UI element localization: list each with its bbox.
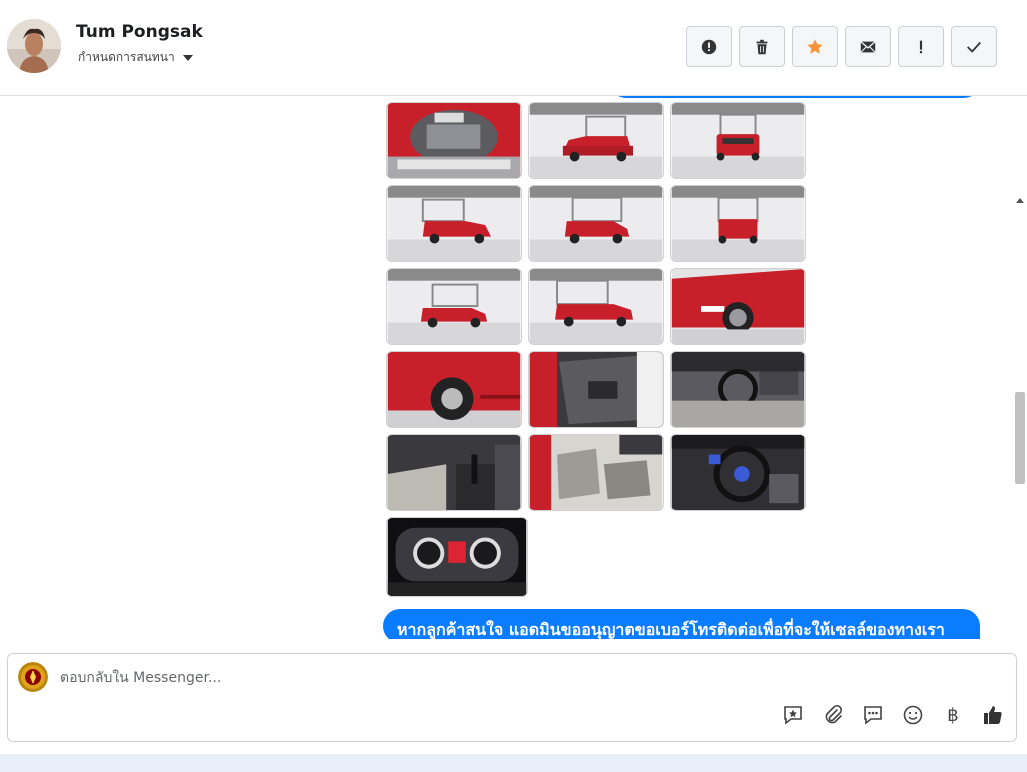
photo-attachment[interactable] <box>386 268 522 345</box>
alert-circle-icon <box>701 39 717 54</box>
contact-name[interactable]: Tum Pongsak <box>76 22 203 42</box>
trash-icon <box>756 39 768 54</box>
baht-icon: ฿ <box>947 704 959 726</box>
photo-attachment[interactable] <box>528 185 664 262</box>
star-bubble-icon <box>784 706 802 725</box>
checkmark-icon <box>967 41 981 53</box>
message-thread[interactable]: หากลูกค้าสนใจ แอดมินขออนุญาตขอเบอร์โทรติ… <box>0 96 1027 639</box>
paperclip-icon <box>825 704 843 724</box>
photo-attachment[interactable] <box>528 434 664 511</box>
photo-attachment[interactable] <box>670 351 806 428</box>
conversation-actions <box>686 26 997 67</box>
delete-button[interactable] <box>739 26 785 67</box>
photo-attachment[interactable] <box>670 434 806 511</box>
payment-button[interactable]: ฿ <box>942 704 964 726</box>
like-button[interactable] <box>982 704 1004 726</box>
smiley-icon <box>903 705 923 725</box>
contact-avatar[interactable] <box>7 19 61 73</box>
photo-attachment[interactable] <box>528 351 664 428</box>
photo-attachment[interactable] <box>528 268 664 345</box>
page-avatar <box>18 662 48 692</box>
photo-attachment[interactable] <box>670 102 806 179</box>
caret-down-icon <box>182 54 193 61</box>
thread-scrollbar[interactable] <box>1013 192 1027 639</box>
chat-dots-icon <box>864 706 882 725</box>
star-button[interactable] <box>792 26 838 67</box>
photo-grid <box>386 102 806 603</box>
photo-attachment[interactable] <box>670 268 806 345</box>
photo-attachment[interactable] <box>528 102 664 179</box>
previous-message-bubble <box>610 96 980 98</box>
outgoing-message-bubble: หากลูกค้าสนใจ แอดมินขออนุญาตขอเบอร์โทรติ… <box>383 609 980 639</box>
footer-bar <box>0 754 1027 772</box>
mark-done-button[interactable] <box>951 26 997 67</box>
photo-attachment[interactable] <box>386 102 522 179</box>
star-icon <box>807 38 823 54</box>
reply-input[interactable] <box>60 666 960 690</box>
scrollbar-thumb[interactable] <box>1015 392 1025 484</box>
exclamation-icon <box>919 40 923 53</box>
scroll-up-arrow[interactable] <box>1016 198 1024 203</box>
mark-unread-button[interactable] <box>845 26 891 67</box>
reply-composer: ฿ <box>7 653 1017 742</box>
emoji-button[interactable] <box>902 704 924 726</box>
conversation-header: Tum Pongsak กำหนดการสนทนา <box>0 0 1027 96</box>
follow-up-button[interactable] <box>898 26 944 67</box>
envelope-icon <box>860 40 876 53</box>
composer-toolbar: ฿ <box>782 704 1004 726</box>
photo-attachment[interactable] <box>386 185 522 262</box>
quick-replies-button[interactable] <box>862 704 884 726</box>
photo-attachment[interactable] <box>386 351 522 428</box>
attach-button[interactable] <box>822 704 844 726</box>
photo-attachment[interactable] <box>670 185 806 262</box>
spam-button[interactable] <box>686 26 732 67</box>
conversation-options-dropdown[interactable]: กำหนดการสนทนา <box>78 48 193 67</box>
photo-attachment[interactable] <box>386 517 528 597</box>
thumbs-up-icon <box>984 706 1002 724</box>
conversation-options-label: กำหนดการสนทนา <box>78 50 175 64</box>
photo-attachment[interactable] <box>386 434 522 511</box>
saved-replies-button[interactable] <box>782 704 804 726</box>
